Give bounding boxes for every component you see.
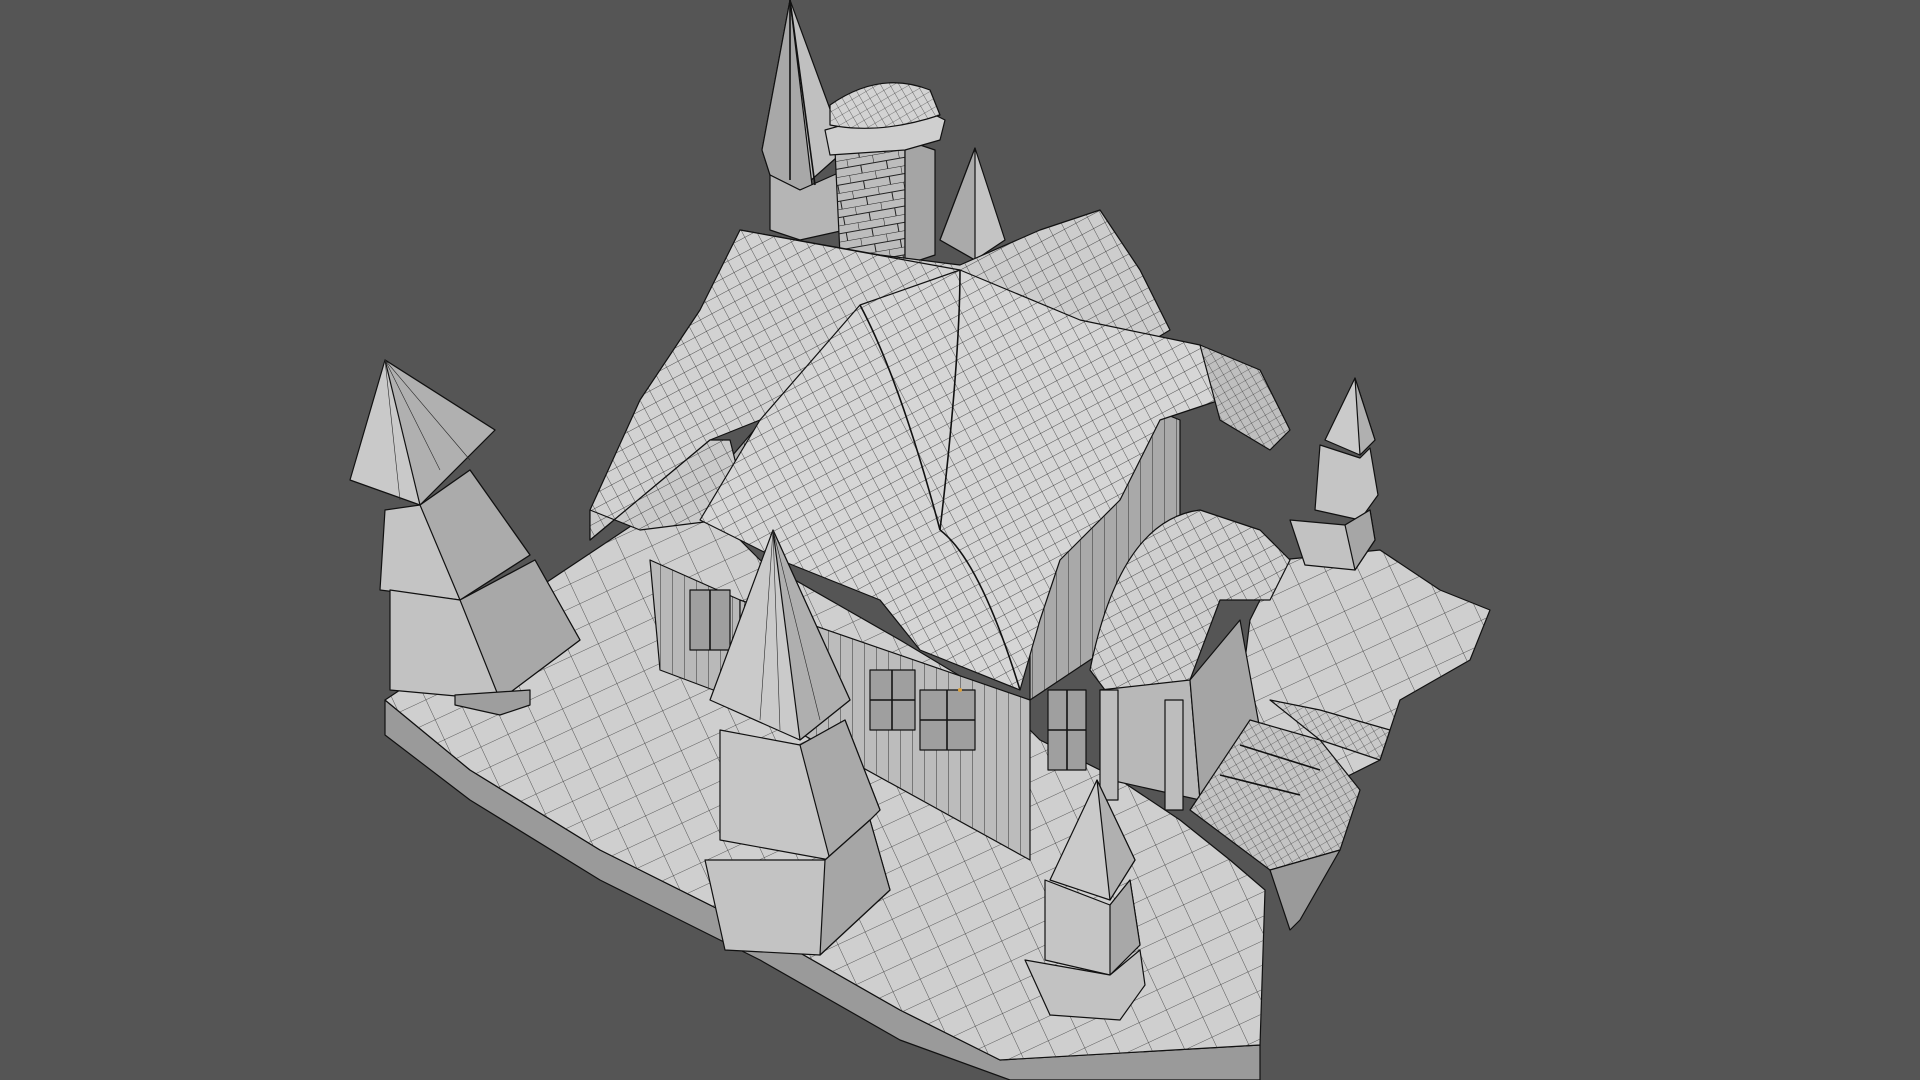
vertex-point (958, 688, 962, 692)
spire-back-small[interactable] (939, 147, 1006, 261)
window-left (689, 589, 731, 651)
chimney[interactable] (824, 82, 946, 266)
window-front-2 (919, 689, 976, 751)
window-front-1 (869, 669, 916, 731)
window-right (1047, 689, 1087, 771)
3d-viewport[interactable] (0, 0, 1920, 1080)
pine-tree-left[interactable] (349, 359, 581, 716)
pine-tree-right[interactable] (1289, 377, 1379, 571)
scene-render (349, 0, 1491, 1080)
